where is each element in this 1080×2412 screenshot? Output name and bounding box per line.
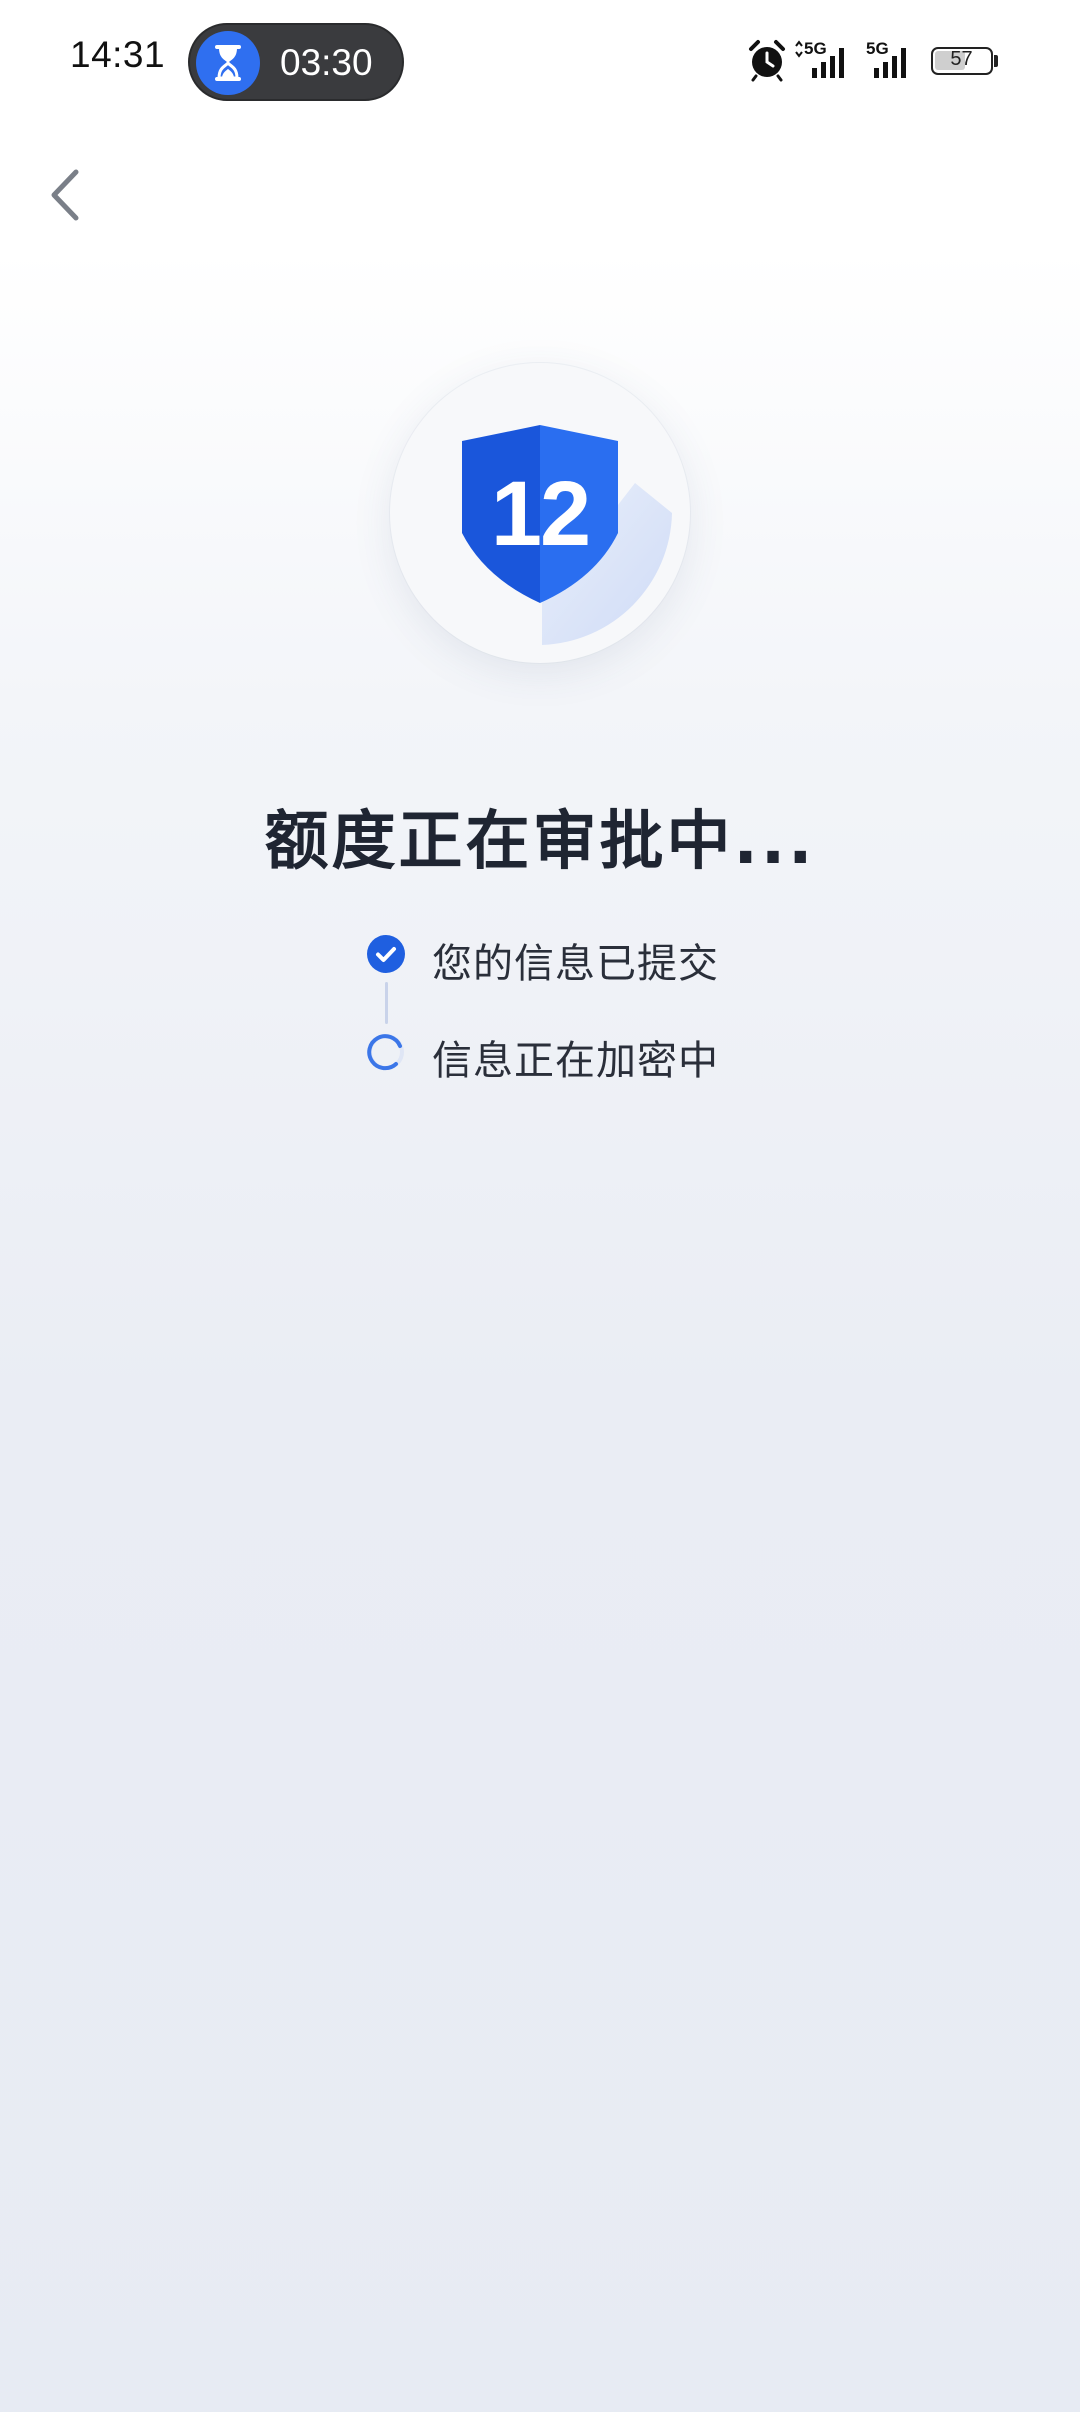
logo-badge: 12 bbox=[390, 363, 690, 663]
battery-nub bbox=[994, 55, 998, 67]
network-label-2: 5G bbox=[866, 39, 889, 58]
signal-icon: 5G bbox=[866, 39, 906, 78]
step-connector bbox=[385, 982, 388, 1024]
check-circle-icon bbox=[367, 935, 405, 973]
network-label-1: 5G bbox=[804, 39, 827, 58]
battery-icon: 57 bbox=[931, 47, 993, 75]
progress-steps: 您的信息已提交 信息正在加密中 bbox=[366, 928, 816, 1088]
step-label-submitted: 您的信息已提交 bbox=[432, 941, 719, 987]
status-time: 14:31 bbox=[70, 34, 166, 75]
alarm-icon bbox=[749, 40, 785, 82]
back-button[interactable] bbox=[40, 160, 90, 230]
timer-text: 03:30 bbox=[280, 42, 373, 83]
battery-level: 57 bbox=[950, 48, 973, 70]
timer-pill[interactable]: 03:30 bbox=[188, 23, 404, 101]
signal-icon: 5G bbox=[795, 39, 844, 78]
status-bar: 14:31 03:30 5G 5G 57 bbox=[0, 0, 1080, 130]
logo-text: 12 bbox=[491, 463, 589, 565]
status-icons: 5G 5G 57 bbox=[720, 0, 1080, 130]
loading-spinner-icon bbox=[367, 1034, 404, 1071]
page-title: 额度正在审批中... bbox=[264, 805, 816, 879]
chevron-left-icon bbox=[51, 169, 79, 221]
hourglass-icon bbox=[196, 31, 260, 95]
step-label-encrypting: 信息正在加密中 bbox=[432, 1038, 719, 1084]
shield-logo-icon: 12 bbox=[462, 425, 672, 645]
